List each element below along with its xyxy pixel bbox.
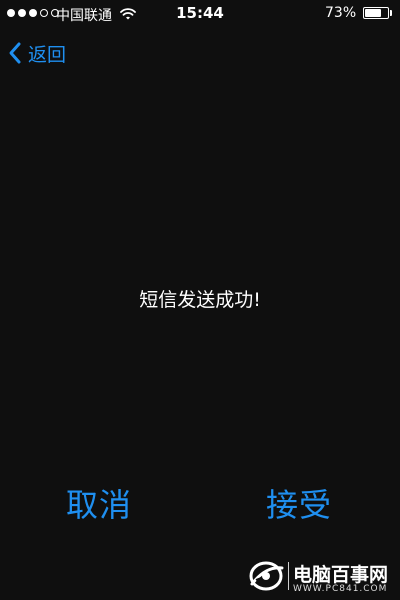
chevron-left-icon [8,41,22,65]
status-bar: 中国联通 15:44 73% [0,0,400,28]
success-message: 短信发送成功! [139,289,261,311]
cancel-button[interactable]: 取消 [66,478,132,528]
back-button[interactable]: 返回 [8,38,66,68]
watermark-divider [288,562,289,590]
accept-button[interactable]: 接受 [266,478,332,528]
battery-tip [390,10,392,16]
battery-icon [363,7,389,19]
watermark-title: 电脑百事网 [293,564,389,586]
battery-percentage: 73% [325,5,357,21]
watermark: 电脑百事网 WWW.PC841.COM [246,556,396,596]
watermark-url: WWW.PC841.COM [293,584,388,594]
battery-level-fill [365,9,381,17]
watermark-logo-icon [246,558,286,594]
back-label: 返回 [28,43,67,66]
